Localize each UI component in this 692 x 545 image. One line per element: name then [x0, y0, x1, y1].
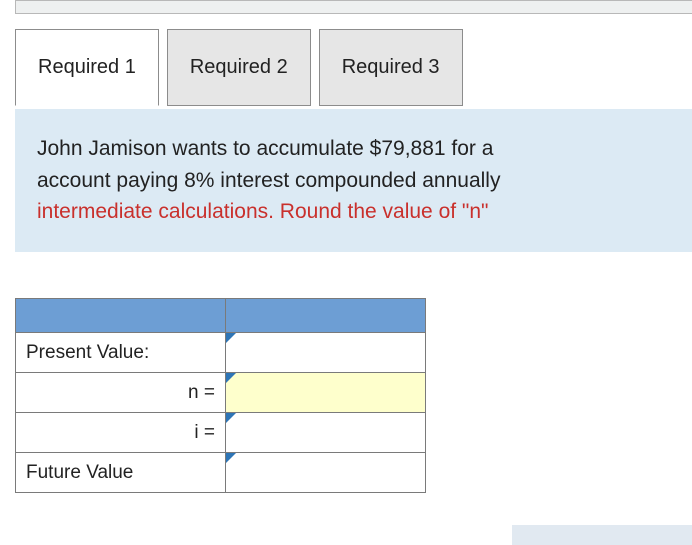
future-value-cell[interactable]	[226, 453, 426, 493]
prompt-line-2: account paying 8% interest compounded an…	[37, 169, 500, 192]
table-header-right	[226, 299, 426, 333]
i-label: i =	[16, 413, 226, 453]
prompt-line-3: intermediate calculations. Round the val…	[37, 200, 489, 223]
n-label: n =	[16, 373, 226, 413]
n-cell[interactable]	[226, 373, 426, 413]
present-value-cell[interactable]	[226, 333, 426, 373]
cell-flag-icon	[226, 333, 236, 343]
present-value-label: Present Value:	[16, 333, 226, 373]
present-value-input[interactable]	[226, 333, 425, 372]
cell-flag-icon	[226, 373, 236, 383]
prompt-line-1: John Jamison wants to accumulate $79,881…	[37, 137, 493, 160]
bottom-button[interactable]	[512, 525, 692, 545]
top-bar	[15, 0, 692, 14]
i-cell[interactable]	[226, 413, 426, 453]
answer-table: Present Value: n = i = Future Value	[15, 298, 426, 493]
cell-flag-icon	[226, 413, 236, 423]
tab-required-1[interactable]: Required 1	[15, 29, 159, 106]
n-input[interactable]	[226, 373, 425, 412]
future-value-input[interactable]	[226, 453, 425, 492]
tab-required-3[interactable]: Required 3	[319, 29, 463, 106]
table-header-left	[16, 299, 226, 333]
tab-strip: Required 1 Required 2 Required 3	[15, 29, 463, 106]
i-input[interactable]	[226, 413, 425, 452]
future-value-label: Future Value	[16, 453, 226, 493]
question-prompt: John Jamison wants to accumulate $79,881…	[15, 109, 692, 252]
tab-required-2[interactable]: Required 2	[167, 29, 311, 106]
cell-flag-icon	[226, 453, 236, 463]
